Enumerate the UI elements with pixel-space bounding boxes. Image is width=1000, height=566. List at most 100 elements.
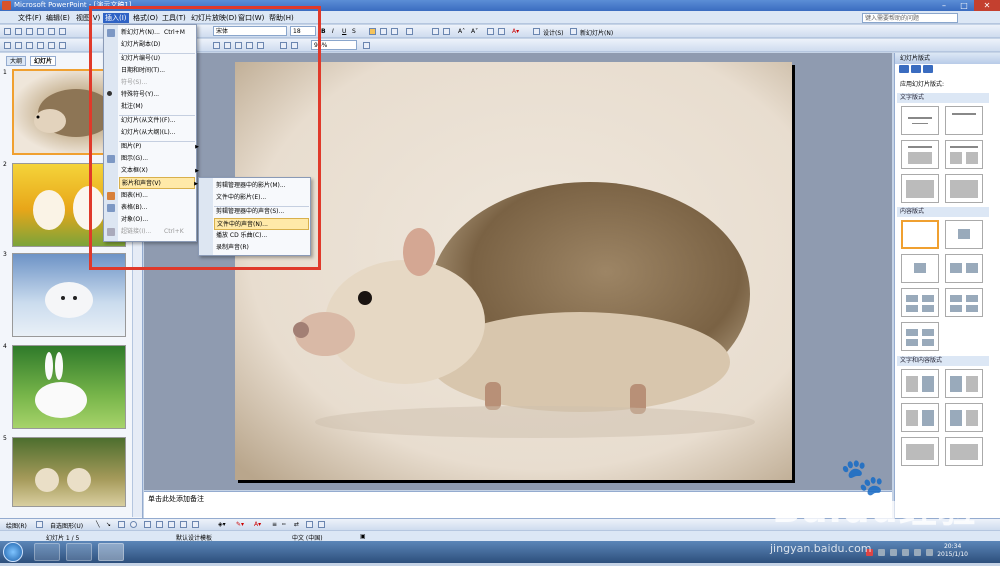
design-button[interactable]: 设计(S) [543,28,564,37]
bold-icon[interactable]: B [321,28,326,35]
italic-icon[interactable]: I [332,28,334,35]
undo-icon[interactable] [48,42,55,49]
help-search-input[interactable]: 键入需要帮助的问题 [862,13,958,23]
save-icon[interactable] [26,28,33,35]
watermark-url: jingyan.baidu.com [770,542,872,555]
watermark-brand: Baidu经验 [772,487,977,531]
layout-four-content-b[interactable] [945,288,983,317]
spellcheck-status-icon: ▣ [360,533,366,540]
arrow-style-icon[interactable]: ⇄ [294,521,299,528]
slide-number: 4 [3,343,7,350]
back-icon[interactable] [899,65,909,73]
layout-four-content-a[interactable] [901,288,939,317]
align-center-icon[interactable] [380,28,387,35]
increase-indent-icon[interactable] [498,28,505,35]
textbox-icon[interactable] [144,521,151,528]
align-right-icon[interactable] [391,28,398,35]
help-icon[interactable] [363,42,370,49]
layout-four-content-c[interactable] [901,322,939,351]
picture-icon[interactable] [192,521,199,528]
print-icon[interactable] [37,28,44,35]
apply-layout-label: 应用幻灯片版式: [900,81,945,88]
layout-text-content-a[interactable] [901,369,939,398]
maximize-icon[interactable]: □ [954,0,974,11]
layout-title-slide[interactable] [901,106,939,135]
powerpoint-taskbar-icon[interactable] [98,543,124,561]
layout-title-text[interactable] [901,140,939,169]
slide-thumbnail-rabbit[interactable] [12,345,126,429]
home-icon[interactable] [923,65,933,73]
layout-text-content-d[interactable] [945,403,983,432]
cut-icon[interactable] [4,42,11,49]
tab-slides[interactable]: 幻灯片 [30,56,57,66]
line-style-icon[interactable]: ≡ [272,521,277,528]
design-icon[interactable] [533,28,540,35]
decrease-indent-icon[interactable] [487,28,494,35]
layout-two-column-text[interactable] [945,140,983,169]
decrease-font-icon[interactable]: A˅ [471,28,478,35]
autoshapes-button[interactable]: 自选图形(U) [50,521,83,530]
layout-title-two-content[interactable] [945,254,983,283]
justify-icon[interactable] [406,28,413,35]
copy-icon[interactable] [15,42,22,49]
align-left-icon[interactable] [369,28,376,35]
layout-title-content[interactable] [901,254,939,283]
font-color-icon[interactable]: A▾ [512,28,519,35]
shadow-style-icon[interactable] [306,521,313,528]
menu-edit[interactable]: 编辑(E) [46,13,70,23]
annotation-highlight-box [89,6,321,270]
layout-blank[interactable] [901,220,939,249]
task-pane-title: 幻灯片版式 [895,53,1000,64]
start-button[interactable] [3,542,23,562]
text-color-icon[interactable]: A▾ [254,521,261,528]
redo-icon[interactable] [59,42,66,49]
layout-vertical-title-text[interactable] [945,174,983,203]
numbering-icon[interactable] [432,28,439,35]
line-color-icon[interactable]: ✎▾ [236,521,244,528]
layout-content[interactable] [945,220,983,249]
bullets-icon[interactable] [443,28,450,35]
increase-font-icon[interactable]: A˄ [458,28,465,35]
tab-outline[interactable]: 大纲 [6,56,27,66]
ducks-thumb-image [35,468,91,492]
new-slide-button[interactable]: 新幻灯片(N) [580,28,613,37]
preview-icon[interactable] [48,28,55,35]
layout-title-only[interactable] [945,106,983,135]
explorer-taskbar-icon[interactable] [66,543,92,561]
open-icon[interactable] [15,28,22,35]
menu-file[interactable]: 文件(F) [18,13,42,23]
format-painter-icon[interactable] [37,42,44,49]
slide-number: 3 [3,251,7,258]
window-controls: – □ ✕ [934,0,1000,11]
layout-text-content-b[interactable] [945,369,983,398]
line-icon[interactable]: ╲ [96,521,100,528]
slide-thumbnail-ducks[interactable] [12,437,126,507]
spellcheck-icon[interactable] [59,28,66,35]
diagram-icon[interactable] [168,521,175,528]
arrow-icon[interactable]: ↘ [106,521,111,528]
paste-icon[interactable] [26,42,33,49]
section-text-content-layouts: 文字和内容版式 [897,356,989,366]
rectangle-icon[interactable] [118,521,125,528]
slide-number: 5 [3,435,7,442]
select-objects-icon[interactable] [36,521,43,528]
3d-style-icon[interactable] [318,521,325,528]
section-content-layouts: 内容版式 [897,207,989,217]
section-text-layouts: 文字版式 [897,93,989,103]
dash-style-icon[interactable]: ┅ [282,521,286,528]
oval-icon[interactable] [130,521,137,528]
ie-taskbar-icon[interactable] [34,543,60,561]
layout-text-content-c[interactable] [901,403,939,432]
fill-color-icon[interactable]: ◈▾ [218,521,226,528]
forward-icon[interactable] [911,65,921,73]
draw-menu-button[interactable]: 绘图(R) [6,521,27,530]
underline-icon[interactable]: U [342,28,346,35]
shadow-icon[interactable]: S [352,28,356,35]
new-doc-icon[interactable] [4,28,11,35]
wordart-icon[interactable] [156,521,163,528]
clipart-icon[interactable] [180,521,187,528]
minimize-icon[interactable]: – [934,0,954,11]
close-icon[interactable]: ✕ [974,0,1000,11]
new-slide-icon[interactable] [570,28,577,35]
layout-vertical-text[interactable] [901,174,939,203]
